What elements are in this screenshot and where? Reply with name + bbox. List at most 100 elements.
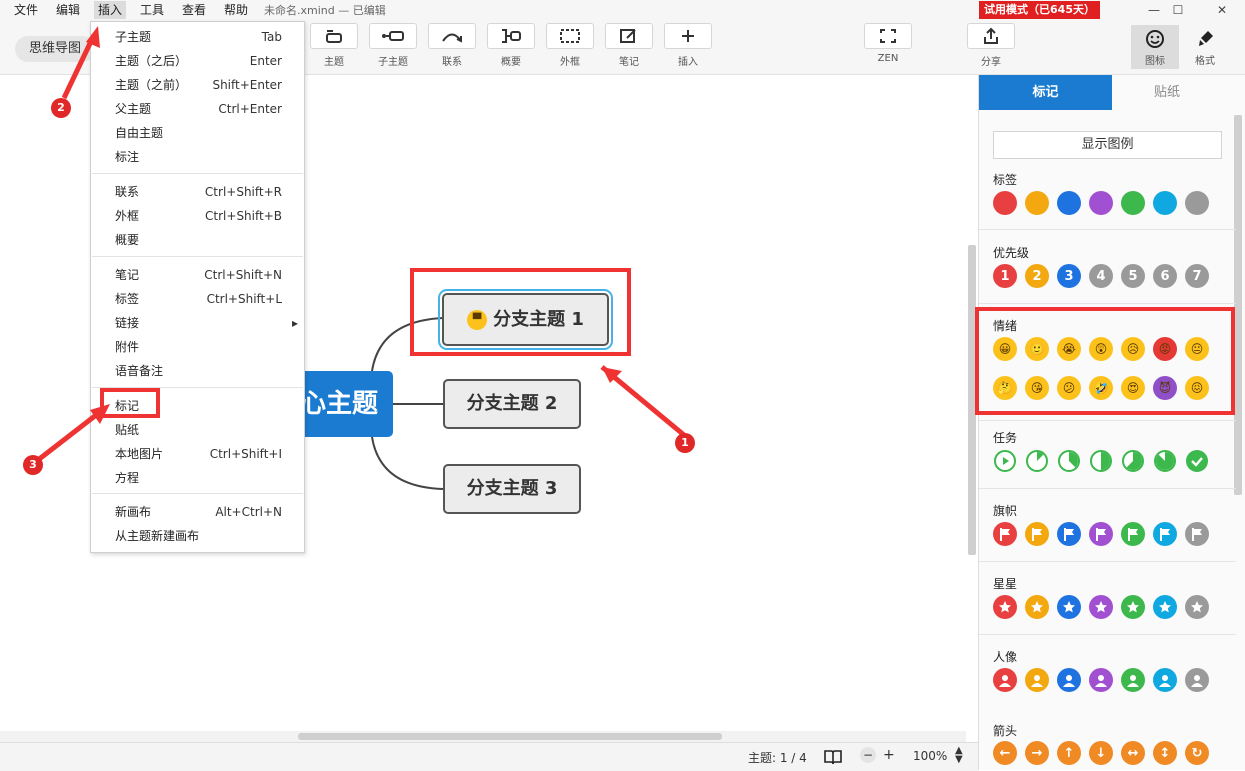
tag-color-swatch[interactable] (1057, 191, 1081, 215)
emotion-icon[interactable]: 😭 (1057, 337, 1081, 361)
relationship-button[interactable]: 联系 (427, 23, 477, 68)
scroll-thumb[interactable] (298, 733, 722, 740)
arrow-icon[interactable]: → (1025, 741, 1049, 765)
task-progress-icon[interactable] (1185, 449, 1209, 473)
star-icon[interactable] (1121, 595, 1145, 619)
arrow-icon[interactable]: ↓ (1089, 741, 1113, 765)
person-icon[interactable] (1153, 668, 1177, 692)
flag-icon[interactable] (1185, 522, 1209, 546)
section-title-stars: 星星 (993, 577, 1018, 591)
share-button[interactable]: 分享 (966, 23, 1016, 68)
emotion-icon[interactable]: 🙂 (1025, 337, 1049, 361)
priority-3-icon[interactable]: 3 (1057, 264, 1081, 288)
arrow-icon[interactable]: ↕ (1153, 741, 1177, 765)
zoom-level[interactable]: 100% (913, 749, 947, 763)
tab-stickers[interactable]: 贴纸 (1112, 75, 1222, 110)
tag-color-swatch[interactable] (1153, 191, 1177, 215)
priority-1-icon[interactable]: 1 (993, 264, 1017, 288)
emotion-icon[interactable]: 😈 (1153, 376, 1177, 400)
task-progress-row (993, 449, 1209, 473)
flag-icon[interactable] (1153, 522, 1177, 546)
fullscreen-icon (880, 29, 896, 43)
menu-item[interactable]: 新画布 Alt+Ctrl+N (115, 501, 282, 523)
emotion-icon[interactable]: 🤔 (993, 376, 1017, 400)
zen-label: ZEN (877, 53, 899, 64)
format-tab[interactable]: 格式 (1181, 25, 1229, 69)
menu-item-label: 新画布 (115, 505, 152, 519)
maximize-button[interactable]: ☐ (1155, 0, 1201, 20)
arrow-icon[interactable]: ↑ (1057, 741, 1081, 765)
priority-6-icon[interactable]: 6 (1153, 264, 1177, 288)
person-icon[interactable] (1121, 668, 1145, 692)
emotion-icon[interactable]: 😀 (993, 337, 1017, 361)
tag-color-swatch[interactable] (1089, 191, 1113, 215)
close-button[interactable]: ✕ (1199, 0, 1245, 20)
tag-color-swatch[interactable] (993, 191, 1017, 215)
menu-item[interactable]: 从主题新建画布 (115, 525, 282, 547)
flag-icon[interactable] (1057, 522, 1081, 546)
flag-icon[interactable] (1025, 522, 1049, 546)
tag-color-swatch[interactable] (1121, 191, 1145, 215)
notes-button[interactable]: 笔记 (604, 23, 654, 68)
show-legend-button[interactable]: 显示图例 (993, 131, 1222, 159)
tag-color-swatch[interactable] (1185, 191, 1209, 215)
star-icon[interactable] (1153, 595, 1177, 619)
trial-badge[interactable]: 试用模式（已645天） (979, 1, 1100, 19)
task-progress-icon[interactable] (993, 449, 1017, 473)
person-icon[interactable] (1057, 668, 1081, 692)
person-icon[interactable] (1025, 668, 1049, 692)
arrow-icon[interactable]: ↻ (1185, 741, 1209, 765)
branch-topic-1[interactable]: ▀ 分支主题 1 (438, 289, 613, 350)
emotion-icon[interactable]: 😘 (1025, 376, 1049, 400)
tag-color-swatch[interactable] (1025, 191, 1049, 215)
priority-7-icon[interactable]: 7 (1185, 264, 1209, 288)
task-progress-icon[interactable] (1089, 449, 1113, 473)
emotion-icon[interactable]: 😡 (1153, 337, 1177, 361)
flag-icon[interactable] (993, 522, 1017, 546)
star-icon[interactable] (1025, 595, 1049, 619)
star-icon[interactable] (1057, 595, 1081, 619)
branch-topic-3[interactable]: 分支主题 3 (443, 464, 581, 514)
star-icon[interactable] (1185, 595, 1209, 619)
arrow-icon[interactable]: ↔ (1121, 741, 1145, 765)
zoom-in-button[interactable]: + (883, 747, 895, 763)
flag-icon[interactable] (1121, 522, 1145, 546)
zoom-stepper-icon[interactable]: ▲ ▼ (955, 746, 963, 765)
tab-markers[interactable]: 标记 (979, 75, 1112, 110)
zen-button[interactable]: ZEN (863, 23, 913, 64)
task-progress-icon[interactable] (1121, 449, 1145, 473)
divider (979, 634, 1236, 635)
star-icon[interactable] (993, 595, 1017, 619)
task-progress-icon[interactable] (1025, 449, 1049, 473)
panel-scrollbar[interactable] (1234, 115, 1242, 495)
boundary-button[interactable]: 外框 (545, 23, 595, 68)
emotion-icon[interactable]: 😲 (1089, 337, 1113, 361)
person-icon[interactable] (993, 668, 1017, 692)
task-progress-icon[interactable] (1153, 449, 1177, 473)
emotion-icon[interactable]: 😥 (1121, 337, 1145, 361)
insert-button[interactable]: 插入 (663, 23, 713, 68)
laughing-face-icon: ▀ (467, 310, 488, 330)
canvas-horizontal-scrollbar[interactable] (0, 731, 966, 742)
person-icon[interactable] (1089, 668, 1113, 692)
emotion-icon[interactable]: 😖 (1185, 376, 1209, 400)
emotion-icon[interactable]: 😐 (1185, 337, 1209, 361)
person-icon[interactable] (1185, 668, 1209, 692)
star-icon[interactable] (1089, 595, 1113, 619)
priority-4-icon[interactable]: 4 (1089, 264, 1113, 288)
emotion-icon[interactable]: 😕 (1057, 376, 1081, 400)
branch-topic-2[interactable]: 分支主题 2 (443, 379, 581, 429)
task-progress-icon[interactable] (1057, 449, 1081, 473)
subtopic-button[interactable]: 子主题 (368, 23, 418, 68)
emotion-icon[interactable]: 😍 (1121, 376, 1145, 400)
outline-book-icon[interactable] (824, 749, 842, 765)
priority-5-icon[interactable]: 5 (1121, 264, 1145, 288)
zoom-out-button[interactable]: − (860, 747, 876, 763)
emotion-icon[interactable]: 🤣 (1089, 376, 1113, 400)
flag-icon[interactable] (1089, 522, 1113, 546)
tag-color-row (993, 191, 1209, 215)
priority-2-icon[interactable]: 2 (1025, 264, 1049, 288)
summary-button[interactable]: 概要 (486, 23, 536, 68)
icon-tab[interactable]: 图标 (1131, 25, 1179, 69)
arrow-icon[interactable]: ← (993, 741, 1017, 765)
